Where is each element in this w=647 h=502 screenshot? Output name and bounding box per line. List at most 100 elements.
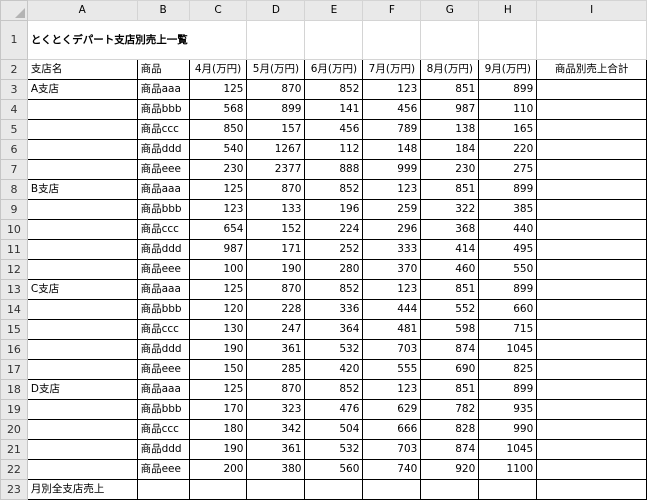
sales-cell[interactable]: 2377: [246, 159, 306, 180]
sales-cell[interactable]: 899: [478, 79, 538, 100]
total-cell[interactable]: [536, 199, 647, 220]
branch-cell[interactable]: [26, 359, 138, 380]
branch-cell[interactable]: B支店: [26, 179, 138, 200]
row-header[interactable]: 5: [0, 119, 28, 140]
sales-cell[interactable]: 870: [246, 379, 306, 400]
sales-cell[interactable]: 333: [362, 239, 422, 260]
branch-cell[interactable]: C支店: [26, 279, 138, 300]
column-header-g[interactable]: G: [420, 0, 480, 21]
product-cell[interactable]: 商品bbb: [136, 299, 190, 320]
column-header-d[interactable]: D: [246, 0, 306, 21]
product-cell[interactable]: 商品ddd: [136, 439, 190, 460]
row-header[interactable]: 20: [0, 419, 28, 440]
sales-cell[interactable]: 184: [420, 139, 480, 160]
product-cell[interactable]: 商品ddd: [136, 339, 190, 360]
product-cell[interactable]: 商品bbb: [136, 399, 190, 420]
branch-cell[interactable]: [26, 319, 138, 340]
total-cell[interactable]: [536, 379, 647, 400]
sales-cell[interactable]: 987: [420, 99, 480, 120]
product-cell[interactable]: 商品aaa: [136, 379, 190, 400]
sales-cell[interactable]: 703: [362, 439, 422, 460]
sales-cell[interactable]: 1045: [478, 439, 538, 460]
sales-cell[interactable]: 555: [362, 359, 422, 380]
sales-cell[interactable]: 152: [246, 219, 306, 240]
sales-cell[interactable]: 130: [188, 319, 248, 340]
sales-cell[interactable]: 870: [246, 79, 306, 100]
row-header[interactable]: 15: [0, 319, 28, 340]
column-header-e[interactable]: E: [304, 0, 364, 21]
sales-cell[interactable]: 990: [478, 419, 538, 440]
cell[interactable]: [362, 20, 422, 60]
product-cell[interactable]: 商品ddd: [136, 139, 190, 160]
sales-cell[interactable]: 247: [246, 319, 306, 340]
sales-cell[interactable]: 323: [246, 399, 306, 420]
sales-cell[interactable]: 532: [304, 339, 364, 360]
branch-cell[interactable]: [26, 139, 138, 160]
sales-cell[interactable]: 285: [246, 359, 306, 380]
sales-cell[interactable]: 560: [304, 459, 364, 480]
sales-cell[interactable]: 629: [362, 399, 422, 420]
sales-cell[interactable]: 495: [478, 239, 538, 260]
sales-cell[interactable]: 851: [420, 179, 480, 200]
branch-cell[interactable]: [26, 239, 138, 260]
sales-cell[interactable]: 440: [478, 219, 538, 240]
product-cell[interactable]: 商品ccc: [136, 119, 190, 140]
sales-cell[interactable]: 171: [246, 239, 306, 260]
cell[interactable]: [304, 20, 364, 60]
cell[interactable]: [420, 20, 480, 60]
sales-cell[interactable]: 123: [362, 179, 422, 200]
sales-cell[interactable]: 230: [420, 159, 480, 180]
sheet-title[interactable]: とくとくデパート支店別売上一覧: [26, 20, 248, 60]
total-cell[interactable]: [536, 119, 647, 140]
branch-cell[interactable]: [26, 459, 138, 480]
sales-cell[interactable]: 120: [188, 299, 248, 320]
row-header[interactable]: 16: [0, 339, 28, 360]
column-header-f[interactable]: F: [362, 0, 422, 21]
sales-cell[interactable]: 870: [246, 179, 306, 200]
sales-cell[interactable]: 825: [478, 359, 538, 380]
sales-cell[interactable]: 230: [188, 159, 248, 180]
total-cell[interactable]: [536, 439, 647, 460]
sales-cell[interactable]: 123: [362, 279, 422, 300]
sales-cell[interactable]: 190: [188, 339, 248, 360]
sales-cell[interactable]: 420: [304, 359, 364, 380]
header-month-cell[interactable]: 4月(万円): [188, 59, 248, 80]
row-header[interactable]: 7: [0, 159, 28, 180]
sales-cell[interactable]: 100: [188, 259, 248, 280]
row-header[interactable]: 3: [0, 79, 28, 100]
sales-cell[interactable]: 874: [420, 339, 480, 360]
sales-cell[interactable]: 851: [420, 279, 480, 300]
sales-cell[interactable]: 666: [362, 419, 422, 440]
product-cell[interactable]: 商品bbb: [136, 199, 190, 220]
header-month-cell[interactable]: 8月(万円): [420, 59, 480, 80]
product-cell[interactable]: 商品ccc: [136, 319, 190, 340]
row-header[interactable]: 22: [0, 459, 28, 480]
sales-cell[interactable]: 125: [188, 279, 248, 300]
sales-cell[interactable]: 150: [188, 359, 248, 380]
cell[interactable]: [136, 479, 190, 500]
row-header[interactable]: 19: [0, 399, 28, 420]
branch-cell[interactable]: [26, 159, 138, 180]
sales-cell[interactable]: 852: [304, 179, 364, 200]
sales-cell[interactable]: 456: [362, 99, 422, 120]
sales-cell[interactable]: 123: [188, 199, 248, 220]
sales-cell[interactable]: 552: [420, 299, 480, 320]
sales-cell[interactable]: 568: [188, 99, 248, 120]
sales-cell[interactable]: 112: [304, 139, 364, 160]
sales-cell[interactable]: 920: [420, 459, 480, 480]
sales-cell[interactable]: 228: [246, 299, 306, 320]
branch-cell[interactable]: D支店: [26, 379, 138, 400]
sales-cell[interactable]: 275: [478, 159, 538, 180]
sales-cell[interactable]: 361: [246, 339, 306, 360]
total-cell[interactable]: [536, 79, 647, 100]
sales-cell[interactable]: 125: [188, 79, 248, 100]
total-cell[interactable]: [536, 179, 647, 200]
cell[interactable]: [536, 20, 647, 60]
total-cell[interactable]: [536, 339, 647, 360]
total-cell[interactable]: [536, 319, 647, 340]
header-total-cell[interactable]: 商品別売上合計: [536, 59, 647, 80]
header-branch-cell[interactable]: 支店名: [26, 59, 138, 80]
sales-cell[interactable]: 342: [246, 419, 306, 440]
sales-cell[interactable]: 165: [478, 119, 538, 140]
branch-cell[interactable]: [26, 419, 138, 440]
